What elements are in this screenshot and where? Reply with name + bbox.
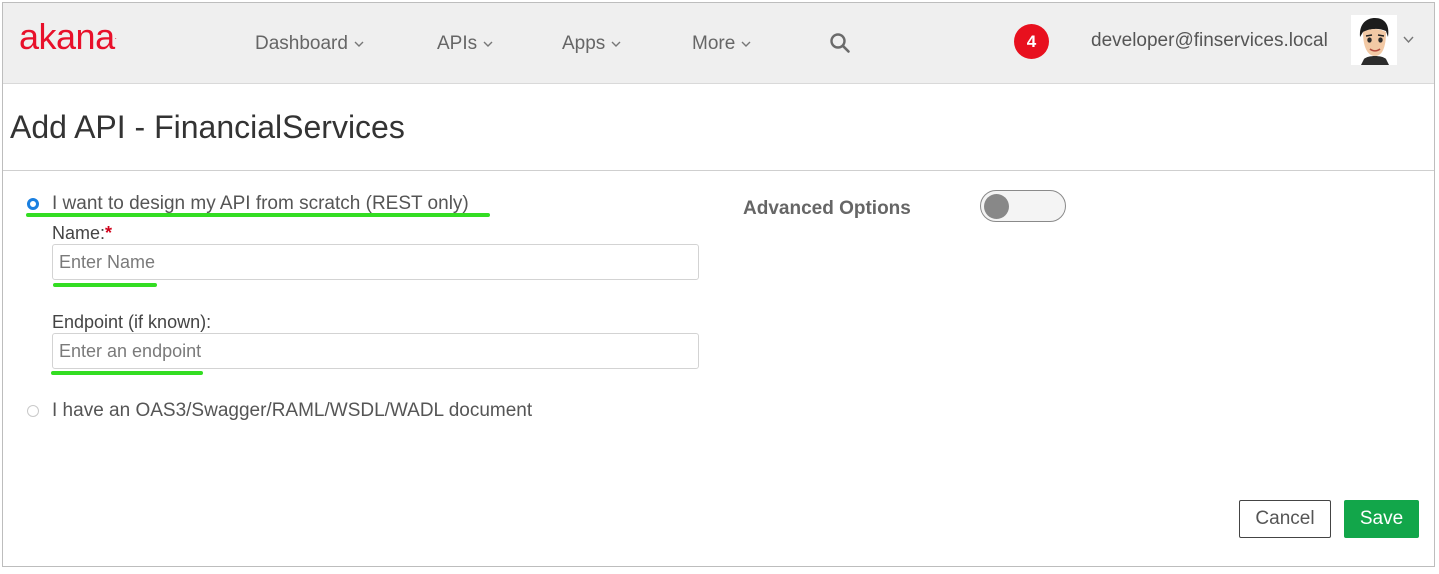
name-input[interactable] [52, 244, 699, 280]
nav-more-label: More [692, 33, 736, 54]
page-title: Add API - FinancialServices [10, 109, 405, 145]
logo-dot: . [114, 32, 117, 41]
highlight-underline-name [53, 283, 157, 287]
highlight-underline-endpoint [51, 371, 203, 375]
top-header: akana. Dashboard APIs Apps More 4 develo… [3, 3, 1434, 84]
search-icon[interactable] [829, 32, 851, 54]
name-field-label: Name:* [52, 223, 112, 244]
nav-apis-label: APIs [437, 33, 478, 54]
nav-apps[interactable]: Apps [562, 31, 621, 57]
chevron-down-icon [741, 41, 751, 47]
save-button[interactable]: Save [1344, 500, 1419, 538]
option-scratch-label[interactable]: I want to design my API from scratch (RE… [52, 193, 469, 215]
toggle-knob [984, 194, 1009, 219]
advanced-options-label: Advanced Options [743, 198, 911, 219]
nav-dashboard-label: Dashboard [255, 33, 348, 54]
endpoint-input[interactable] [52, 333, 699, 369]
notification-badge[interactable]: 4 [1014, 24, 1049, 59]
chevron-down-icon [483, 41, 493, 47]
chevron-down-icon [611, 41, 621, 47]
radio-design-from-scratch[interactable] [27, 198, 39, 210]
required-mark: * [105, 223, 113, 243]
nav-dashboard[interactable]: Dashboard [255, 31, 364, 57]
nav-apis[interactable]: APIs [437, 31, 493, 57]
nav-apps-label: Apps [562, 33, 606, 54]
name-label-text: Name: [52, 223, 106, 243]
radio-upload-document[interactable] [27, 405, 39, 417]
option-document-label[interactable]: I have an OAS3/Swagger/RAML/WSDL/WADL do… [52, 400, 532, 422]
app-frame: akana. Dashboard APIs Apps More 4 develo… [2, 2, 1435, 567]
nav-more[interactable]: More [692, 31, 751, 57]
logo-text: akana [19, 16, 115, 57]
avatar[interactable] [1351, 15, 1397, 65]
chevron-down-icon[interactable] [1403, 34, 1414, 45]
highlight-underline-scratch [26, 213, 490, 217]
title-bar: Add API - FinancialServices [3, 85, 1434, 171]
user-avatar-icon [1351, 15, 1397, 65]
user-email[interactable]: developer@finservices.local [1091, 30, 1328, 52]
advanced-options-toggle[interactable] [980, 190, 1066, 222]
akana-logo[interactable]: akana. [19, 16, 117, 57]
cancel-button[interactable]: Cancel [1239, 500, 1331, 538]
endpoint-field-label: Endpoint (if known): [52, 312, 212, 332]
chevron-down-icon [354, 41, 364, 47]
